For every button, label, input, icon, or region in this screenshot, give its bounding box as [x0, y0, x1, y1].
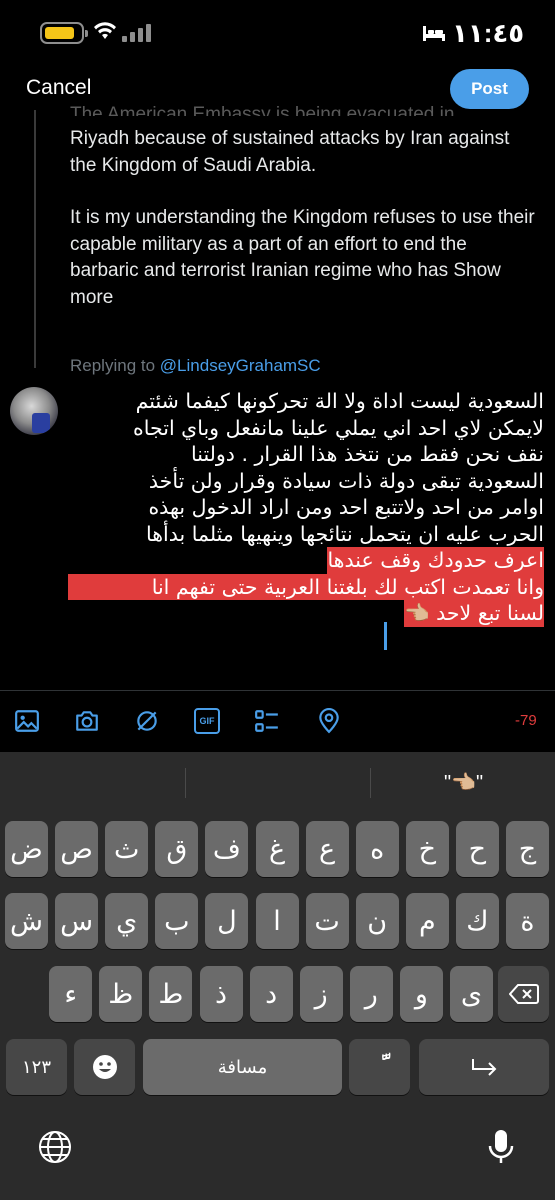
key-row1-5[interactable]: غ — [255, 821, 299, 877]
key-row1-8[interactable]: ث — [105, 821, 149, 877]
camera-icon[interactable] — [74, 708, 100, 734]
sleep-mode-icon — [423, 26, 445, 41]
compose-selected-line: وانا تعمدت اكتب لك بلغتنا العربية حتى تف… — [68, 573, 544, 600]
key-row1-10[interactable]: ض — [5, 821, 48, 877]
key-row3-7[interactable]: ظ — [99, 966, 143, 1022]
key-row3-2[interactable]: ر — [349, 966, 393, 1022]
compose-line: اوامر من احد ولاتتبع احد ومن اراد الدخول… — [148, 495, 544, 519]
key-row1-2[interactable]: خ — [405, 821, 449, 877]
selected-text: لسنا تبع لاحد 👈🏼 — [404, 600, 544, 627]
suggestion-bar: "👈🏼" — [0, 752, 555, 804]
key-row3-5[interactable]: ذ — [199, 966, 243, 1022]
microphone-icon[interactable] — [486, 1128, 516, 1166]
key-row2-0[interactable]: ة — [506, 893, 549, 949]
image-icon[interactable] — [14, 708, 40, 734]
diacritic-key[interactable]: ًّ — [349, 1039, 410, 1095]
key-row3-8[interactable]: ء — [49, 966, 93, 1022]
quoted-tweet-paragraph-2: It is my understanding the Kingdom refus… — [70, 205, 540, 311]
key-row3-4[interactable]: د — [249, 966, 293, 1022]
key-row2-4[interactable]: ت — [305, 893, 349, 949]
numbers-key[interactable]: ١٢٣ — [6, 1039, 67, 1095]
space-key[interactable]: مسافة — [143, 1039, 342, 1095]
replying-to: Replying to @LindseyGrahamSC — [70, 356, 321, 376]
compose-toolbar: GIF — [0, 700, 555, 744]
character-counter: -79 — [515, 712, 537, 729]
emoji-icon — [92, 1055, 117, 1079]
location-icon[interactable] — [316, 708, 342, 734]
return-icon — [472, 1059, 497, 1076]
key-row1-3[interactable]: ه — [355, 821, 399, 877]
delete-key[interactable] — [498, 966, 549, 1022]
key-row1-4[interactable]: ع — [305, 821, 349, 877]
key-row2-2[interactable]: م — [405, 893, 449, 949]
selection-handle[interactable] — [384, 622, 387, 650]
thread-line — [34, 110, 36, 368]
key-row2-8[interactable]: ي — [105, 893, 149, 949]
wifi-icon — [94, 22, 116, 39]
selected-text: اعرف حدودك وقف عندها — [327, 547, 544, 574]
key-row1-1[interactable]: ح — [455, 821, 499, 877]
quoted-tweet-paragraph-1: Riyadh because of sustained attacks by I… — [70, 128, 510, 176]
key-row1-6[interactable]: ف — [205, 821, 249, 877]
key-row2-1[interactable]: ك — [455, 893, 499, 949]
status-time: ١١:٤٥ — [452, 18, 525, 48]
return-key[interactable] — [419, 1039, 549, 1095]
key-row3-3[interactable]: ز — [299, 966, 343, 1022]
signal-strength-icon — [122, 22, 151, 42]
compose-line: السعودية ليست اداة ولا الة تحركونها كيفم… — [135, 389, 544, 413]
key-row3-0[interactable]: ى — [450, 966, 493, 1022]
compose-line: السعودية تبقى دولة ذات سيادة وقرار ولن ت… — [148, 468, 544, 493]
key-row1-7[interactable]: ق — [155, 821, 199, 877]
key-row2-5[interactable]: ا — [255, 893, 299, 949]
compose-selected-line: لسنا تبع لاحد 👈🏼 — [68, 600, 544, 627]
quoted-tweet-hidden-line: The American Embassy is being evacuated … — [70, 104, 455, 116]
replying-to-label: Replying to — [70, 356, 156, 375]
avatar[interactable] — [10, 387, 58, 435]
compose-selected-line: اعرف حدودك وقف عندها — [68, 547, 544, 574]
key-row2-7[interactable]: ب — [155, 893, 199, 949]
status-bar: ١١:٤٥ — [0, 0, 555, 60]
battery-icon — [40, 22, 88, 44]
compose-line: لايمكن لاي احد اني يملي علينا مانفعل وبا… — [133, 415, 544, 440]
compose-line: نقف نحن فقط من نتخذ هذا القرار . دولتنا — [191, 442, 544, 466]
quoted-tweet-text: The American Embassy is being evacuated … — [70, 104, 540, 337]
suggestion-item[interactable]: "👈🏼" — [372, 770, 555, 795]
gif-icon[interactable]: GIF — [194, 708, 220, 734]
cancel-button[interactable]: Cancel — [26, 76, 91, 100]
compose-line: الحرب عليه ان يتحمل نتائجها وينهيها مثلم… — [145, 521, 544, 546]
poll-icon[interactable] — [254, 708, 280, 734]
compose-text-area[interactable]: السعودية ليست اداة ولا الة تحركونها كيفم… — [68, 388, 544, 627]
emoji-key[interactable] — [74, 1039, 135, 1095]
key-row2-3[interactable]: ن — [355, 893, 399, 949]
key-row3-1[interactable]: و — [399, 966, 443, 1022]
key-row1-9[interactable]: ص — [55, 821, 99, 877]
key-row3-6[interactable]: ط — [149, 966, 193, 1022]
battery-level — [45, 27, 74, 39]
suggestion-divider — [185, 768, 186, 798]
key-row2-10[interactable]: ش — [5, 893, 48, 949]
backspace-icon — [508, 984, 539, 1004]
key-row2-6[interactable]: ل — [205, 893, 249, 949]
key-row1-0[interactable]: ج — [506, 821, 549, 877]
gif-scan-icon[interactable] — [134, 708, 160, 734]
suggestion-divider — [370, 768, 371, 798]
key-row2-9[interactable]: س — [55, 893, 99, 949]
globe-icon[interactable] — [36, 1128, 74, 1166]
toolbar-divider — [0, 690, 555, 691]
reply-handle-link[interactable]: @LindseyGrahamSC — [160, 356, 321, 375]
